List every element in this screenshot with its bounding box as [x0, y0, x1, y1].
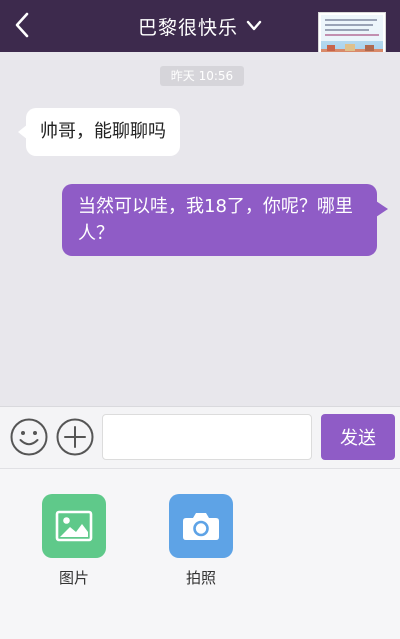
conversation-title-text: 巴黎很快乐 [137, 16, 238, 39]
message-timestamp: 昨天 10:56 [160, 66, 244, 86]
send-button[interactable]: 发送 [321, 414, 395, 460]
image-icon[interactable] [42, 494, 106, 558]
take-photo-label: 拍照 [185, 569, 216, 587]
back-button[interactable] [10, 10, 34, 40]
message-input-bar: 发送 [0, 406, 400, 468]
photo-album-label: 图片 [58, 569, 89, 587]
incoming-message-bubble[interactable]: 帅哥，能聊聊吗 [26, 108, 180, 156]
take-photo-button[interactable]: 拍照 [169, 494, 233, 588]
photo-album-button[interactable]: 图片 [42, 494, 106, 588]
outgoing-bubble-tail [376, 201, 388, 217]
chevron-down-icon [246, 20, 262, 31]
attachment-panel: 图片 拍照 [0, 468, 400, 639]
message-input[interactable] [102, 414, 312, 460]
smiley-icon[interactable] [9, 417, 49, 457]
outgoing-message-bubble[interactable]: 当然可以哇，我18了，你呢？哪里人？ [62, 184, 377, 256]
camera-icon[interactable] [169, 494, 233, 558]
chat-message-area[interactable]: 昨天 10:56 帅哥，能聊聊吗 当然可以哇，我18了，你呢？哪里人？ [0, 52, 400, 406]
plus-circle-icon[interactable] [55, 417, 95, 457]
